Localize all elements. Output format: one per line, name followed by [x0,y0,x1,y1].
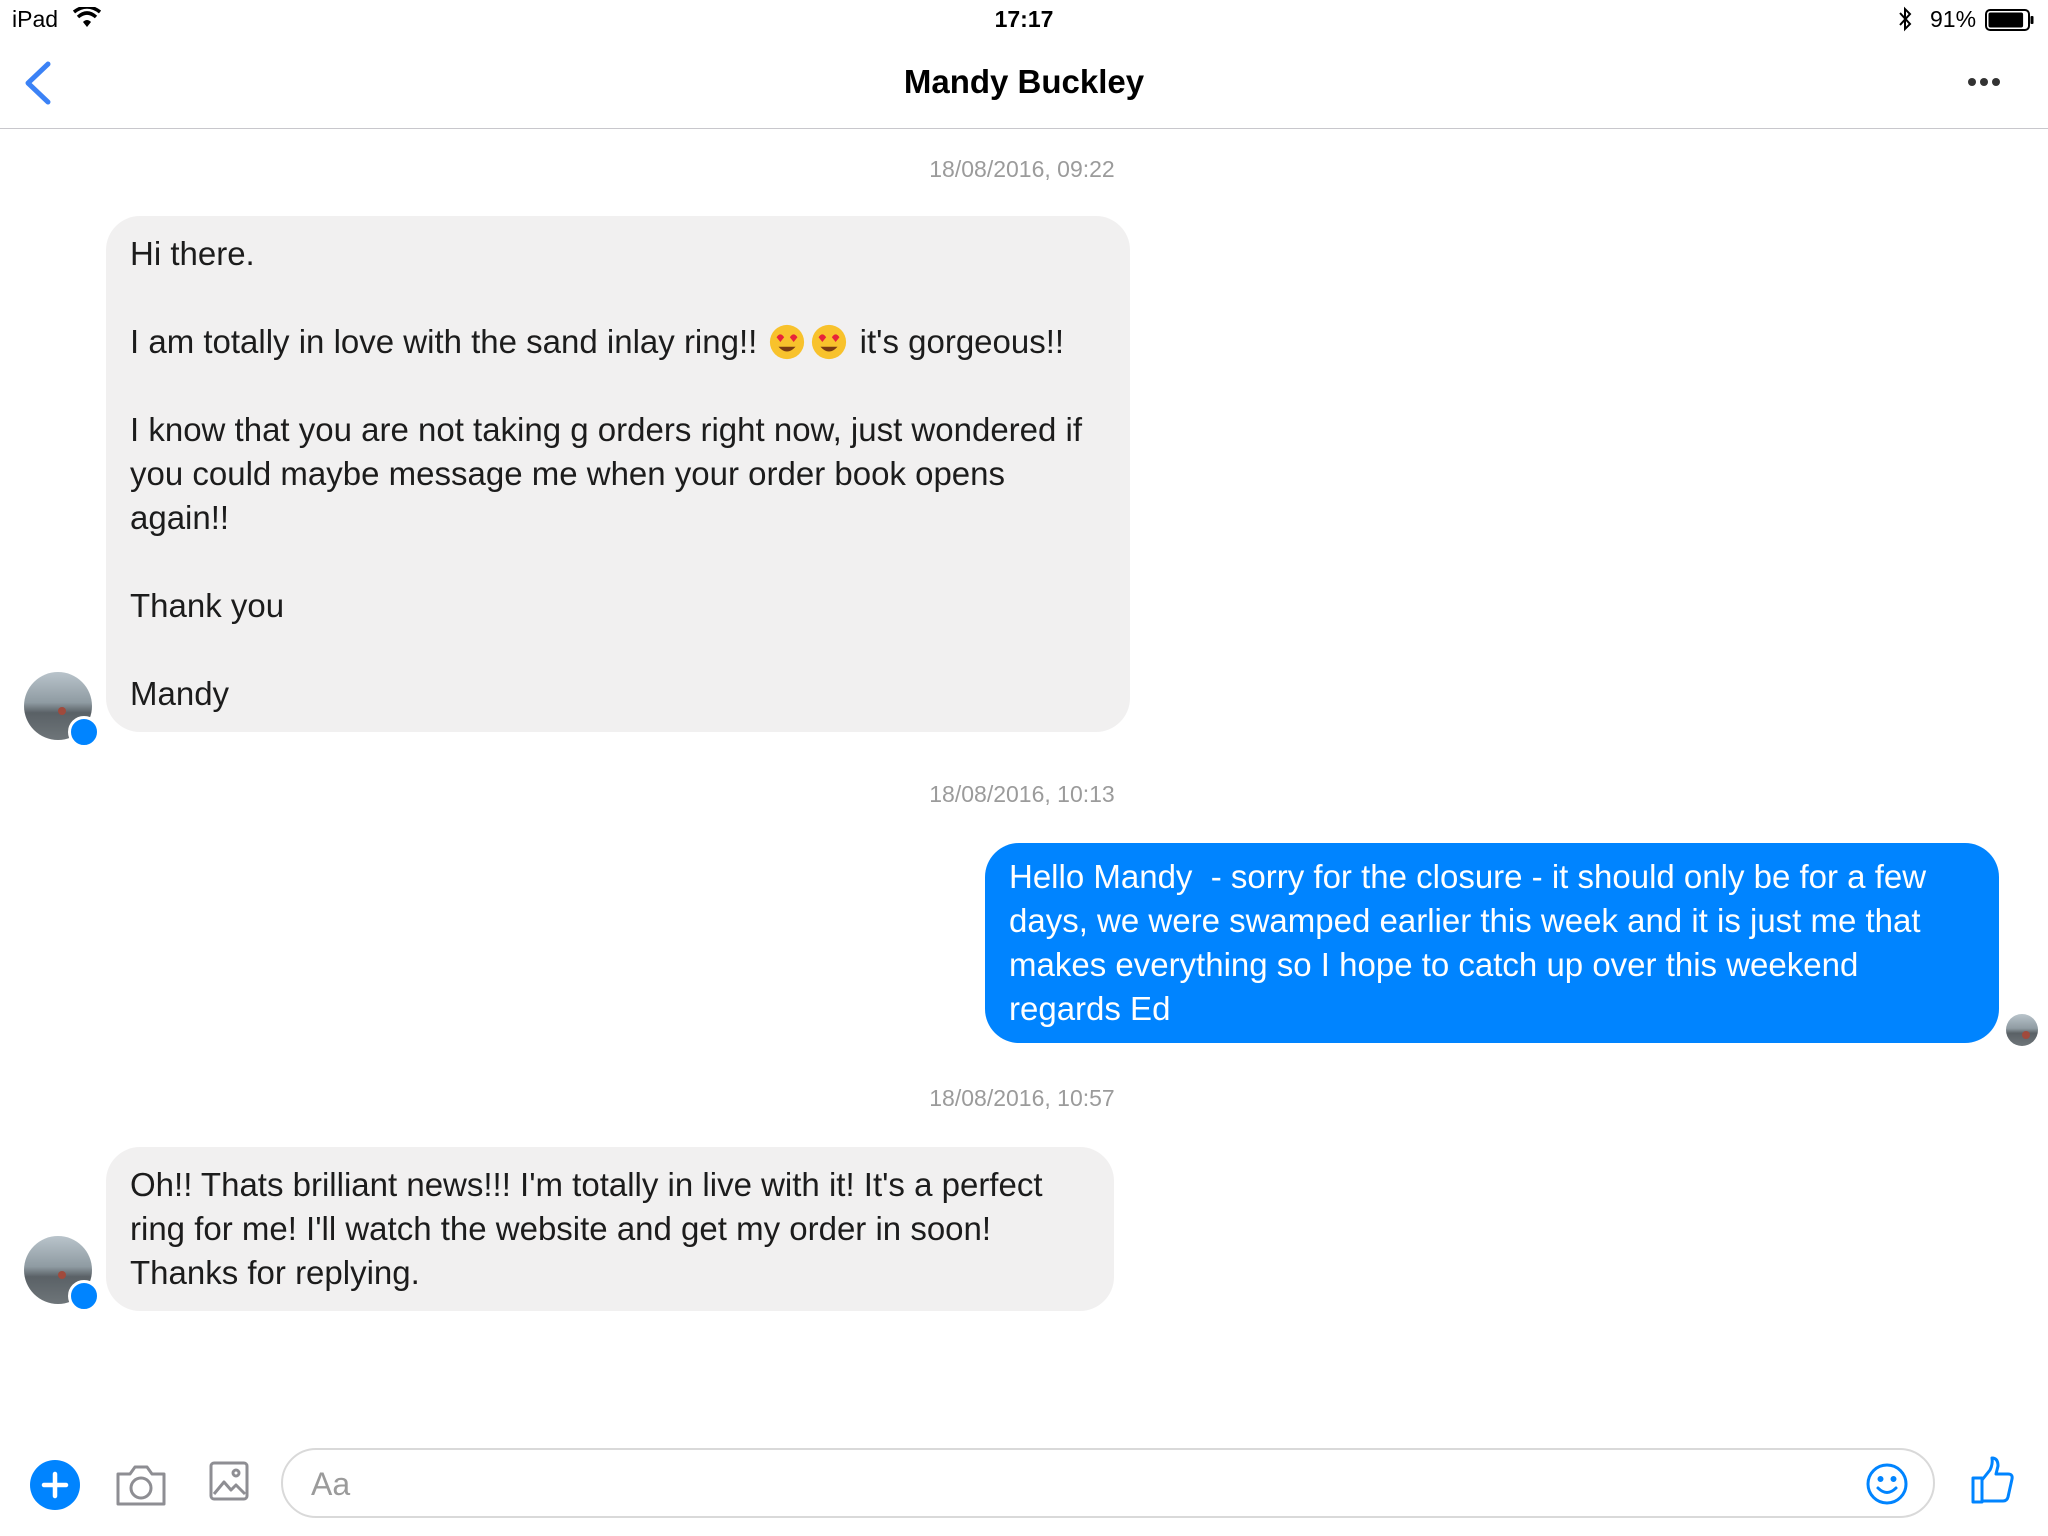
status-bar: iPad 17:17 91% [0,0,2048,40]
message-timestamp: 18/08/2016, 10:57 [929,1085,1115,1111]
incoming-message-bubble[interactable]: Hi there. I am totally in love with the … [106,216,1130,732]
message-text-line: I am totally in love with the sand inlay… [130,320,1106,364]
messenger-badge-icon [68,716,100,748]
more-options-button[interactable] [1960,66,2010,98]
messenger-badge-icon [68,1280,100,1312]
message-composer [0,1436,2048,1536]
message-text: I am totally in love with the sand inlay… [130,323,758,360]
message-input-field[interactable] [281,1448,1935,1518]
smiley-icon [1866,1463,1908,1505]
gallery-button[interactable] [208,1460,250,1502]
image-icon [209,1461,249,1501]
emoji-button[interactable] [1865,1462,1909,1506]
conversation-header: Mandy Buckley [0,40,2048,129]
thumbs-up-icon [1971,1456,2014,1504]
plus-icon [41,1471,69,1499]
heart-eyes-emoji-icon [770,324,805,360]
battery-percent: 91% [1930,6,1977,32]
message-text: Mandy [130,675,230,712]
message-timestamp: 18/08/2016, 09:22 [929,156,1115,182]
clock: 17:17 [994,6,1054,32]
camera-icon [116,1465,166,1506]
more-horizontal-icon [1968,78,2000,86]
message-text: Hi there. [130,235,255,272]
outgoing-message-bubble[interactable]: Hello Mandy - sorry for the closure - it… [985,843,1999,1043]
camera-button[interactable] [114,1462,168,1508]
message-text: it's gorgeous!! [859,323,1065,360]
add-button[interactable] [30,1460,80,1510]
message-text: Hello Mandy - sorry for the closure - it… [1009,858,1936,1027]
read-receipt-avatar [2006,1014,2038,1046]
battery-icon [1985,9,2034,31]
message-text: Oh!! Thats brilliant news!!! I'm totally… [130,1166,1052,1291]
message-text: I know that you are not taking g orders … [130,411,1092,536]
message-timestamp: 18/08/2016, 10:13 [929,781,1115,807]
incoming-message-bubble[interactable]: Oh!! Thats brilliant news!!! I'm totally… [106,1147,1114,1311]
contact-name[interactable]: Mandy Buckley [0,63,2048,101]
message-text: Thank you [130,587,285,624]
like-button[interactable] [1970,1456,2016,1506]
heart-eyes-emoji-icon [812,324,847,360]
bluetooth-icon [1899,6,1912,32]
message-input[interactable] [309,1458,1813,1510]
